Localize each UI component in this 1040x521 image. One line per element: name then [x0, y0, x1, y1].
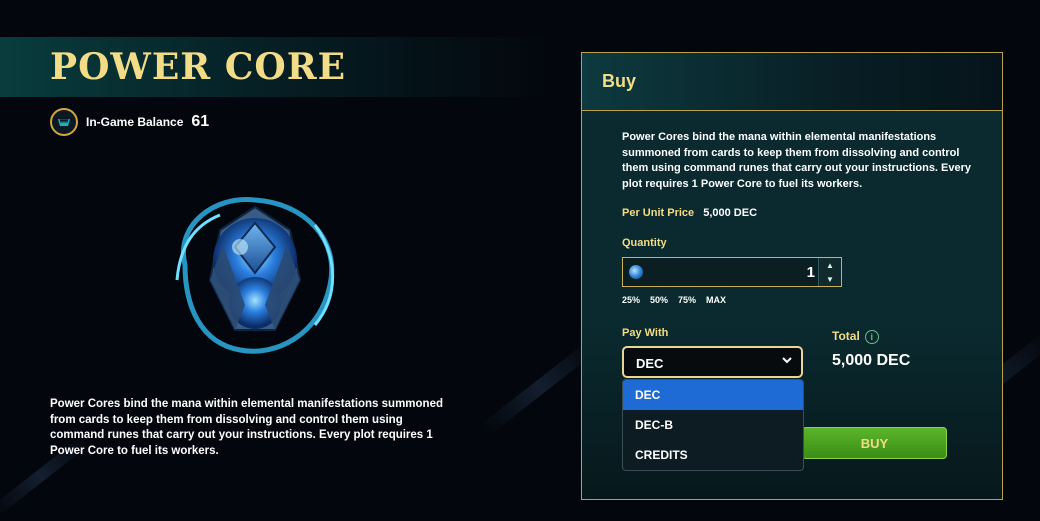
decrement-icon[interactable]: ▼	[819, 272, 841, 286]
balance-label: In-Game Balance	[86, 115, 184, 129]
pay-with-label: Pay With	[622, 327, 669, 339]
page-title: POWER CORE	[50, 46, 347, 88]
quantity-percent-options: 25% 50% 75% MAX	[622, 295, 726, 305]
pay-with-selected: DEC	[636, 356, 664, 371]
balance-value: 61	[191, 113, 210, 130]
pay-option-dec[interactable]: DEC	[623, 380, 803, 410]
item-description: Power Cores bind the mana within element…	[50, 398, 443, 457]
percent-25-button[interactable]: 25%	[622, 295, 640, 305]
per-unit-price: Per Unit Price 5,000 DEC	[622, 207, 757, 219]
info-icon[interactable]: i	[864, 329, 879, 344]
buy-panel-description: Power Cores bind the mana within element…	[622, 131, 972, 190]
total-label-row: Total i	[832, 329, 879, 344]
pay-with-select[interactable]: DEC	[622, 346, 803, 378]
increment-icon[interactable]: ▲	[819, 258, 841, 272]
total-label: Total	[832, 329, 860, 343]
per-unit-price-value: 5,000 DEC	[703, 207, 758, 219]
total-value: 5,000 DEC	[832, 352, 911, 369]
quantity-value[interactable]: 1	[807, 264, 815, 281]
chevron-down-icon[interactable]	[781, 354, 793, 369]
buy-button[interactable]: BUY	[802, 427, 947, 459]
buy-panel-header: Buy	[582, 53, 1002, 111]
pay-option-credits[interactable]: CREDITS	[623, 440, 803, 470]
percent-max-button[interactable]: MAX	[706, 295, 726, 305]
buy-panel-title: Buy	[602, 71, 637, 91]
quantity-input[interactable]: 1 ▲ ▼	[622, 257, 842, 287]
percent-50-button[interactable]: 50%	[650, 295, 668, 305]
pay-option-dec-b[interactable]: DEC-B	[623, 410, 803, 440]
power-core-icon	[629, 265, 643, 279]
in-game-balance: In-Game Balance 61	[50, 108, 209, 136]
power-core-image	[165, 185, 345, 365]
per-unit-price-label: Per Unit Price	[622, 207, 695, 219]
power-core-badge-icon	[50, 108, 78, 136]
quantity-label: Quantity	[622, 237, 667, 249]
pay-with-dropdown: DEC DEC-B CREDITS	[622, 379, 804, 471]
percent-75-button[interactable]: 75%	[678, 295, 696, 305]
quantity-stepper[interactable]: ▲ ▼	[818, 258, 841, 286]
